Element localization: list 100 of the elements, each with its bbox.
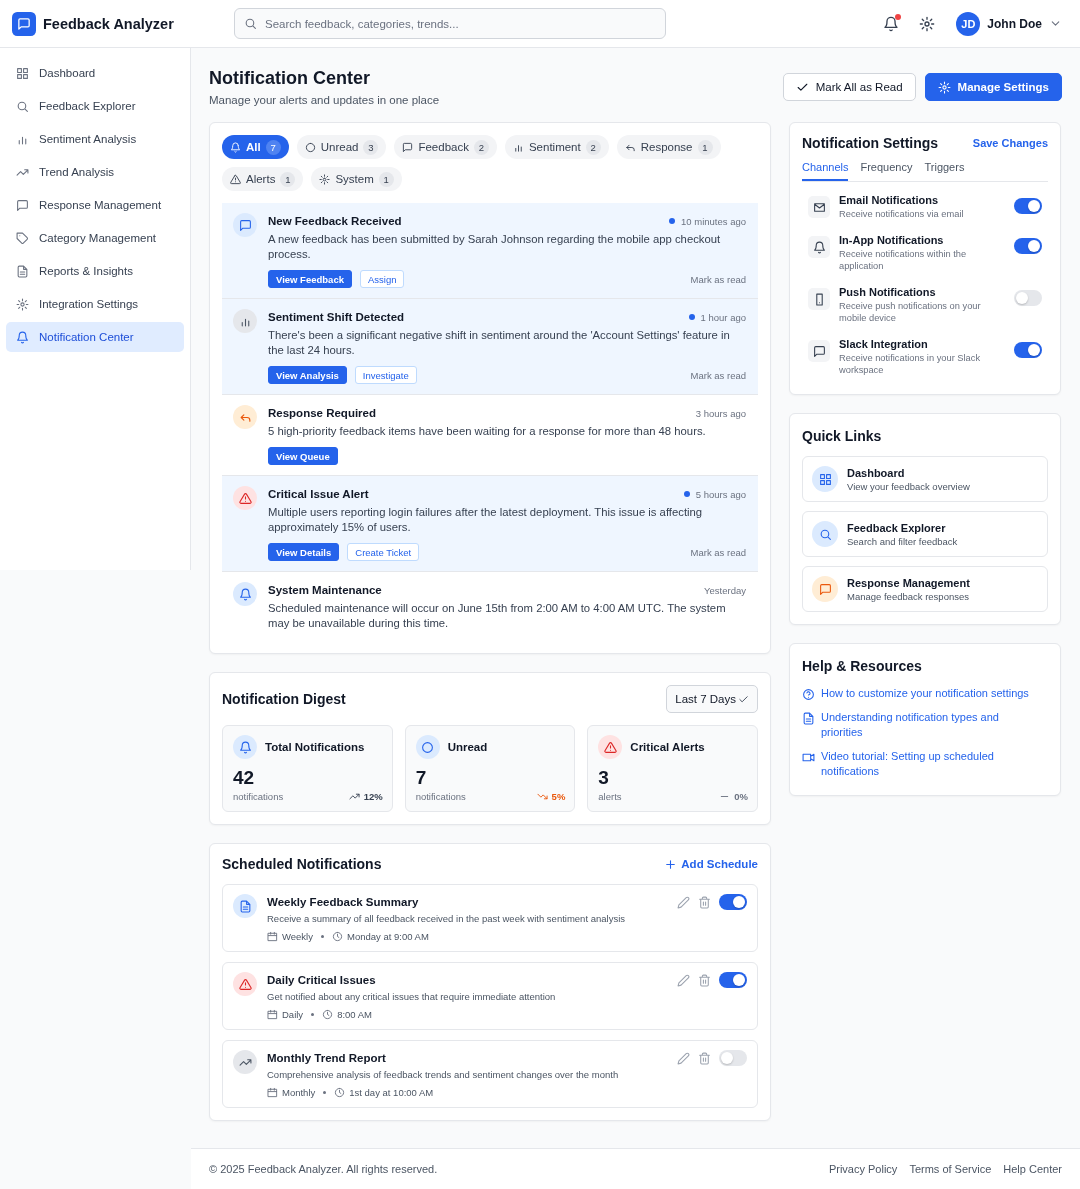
schedule-time: 1st day at 10:00 AM [349, 1087, 434, 1098]
action-button[interactable]: Assign [359, 270, 405, 288]
delete-button[interactable] [698, 974, 711, 987]
filter-tab[interactable]: All 7 [222, 135, 289, 159]
settings-icon [319, 173, 331, 185]
sidebar-item[interactable]: Response Management [6, 190, 184, 220]
toggle-switch[interactable] [719, 972, 747, 988]
filter-tab[interactable]: System 1 [311, 167, 402, 191]
clock-icon [332, 931, 343, 942]
section-title: Notification Settings [802, 135, 939, 151]
mark-as-read-link[interactable]: Mark as read [690, 369, 746, 381]
footer-link[interactable]: Terms of Service [909, 1163, 992, 1175]
notification-time: 3 hours ago [695, 407, 746, 419]
schedule-description: Receive a summary of all feedback received in the past week with sentiment analysis [267, 913, 626, 924]
toggle-switch[interactable] [719, 1050, 747, 1066]
edit-button[interactable] [677, 1052, 690, 1065]
trash-icon [698, 1052, 711, 1065]
document-icon [802, 712, 815, 725]
action-button[interactable]: Create Ticket [347, 543, 420, 561]
footer-link[interactable]: Help Center [1003, 1163, 1062, 1175]
search-icon [244, 17, 257, 30]
channel-title: In-App Notifications [839, 234, 945, 246]
filter-tab[interactable]: Response 1 [616, 135, 721, 159]
stat-value: 3 [598, 767, 610, 789]
warning-icon [233, 486, 257, 510]
stat-value: 7 [415, 767, 428, 789]
sidebar-item[interactable]: Reports & Insights [6, 256, 184, 286]
grid-icon [16, 66, 29, 80]
sidebar-item[interactable]: Trend Analysis [6, 157, 184, 187]
filter-tab[interactable]: Sentiment 2 [504, 135, 609, 159]
toggle-switch[interactable] [1014, 290, 1042, 306]
delete-button[interactable] [698, 896, 711, 909]
channel-description: Receive push notifications on your mobile device [839, 300, 982, 324]
notification-message: 5 high-priority feedback items have been waiting for a response for more than 48 hours. [268, 424, 707, 439]
action-button[interactable]: View Details [268, 543, 340, 561]
edit-button[interactable] [677, 974, 690, 987]
footer-link[interactable]: Privacy Policy [828, 1163, 898, 1175]
settings-tab[interactable]: Channels [802, 161, 849, 181]
stat-label: Unread [447, 741, 488, 753]
toggle-switch[interactable] [1014, 238, 1042, 254]
stat-value: 42 [233, 767, 256, 789]
manage-settings-button[interactable]: Manage Settings [924, 73, 1062, 101]
toggle-switch[interactable] [719, 894, 747, 910]
schedule-title: Weekly Feedback Summary [267, 896, 420, 908]
app-name: Feedback Analyzer [43, 15, 174, 32]
quick-link[interactable]: Feedback Explorer Search and filter feedback [802, 511, 1048, 557]
period-dropdown[interactable]: Last 7 Days [666, 685, 758, 713]
channel-title: Email Notifications [839, 194, 940, 206]
stat-change: 12% [363, 791, 383, 802]
unread-dot [683, 491, 690, 497]
mark-all-read-button[interactable]: Mark All as Read [782, 73, 916, 101]
sidebar-item[interactable]: Feedback Explorer [6, 91, 184, 121]
action-button[interactable]: View Queue [268, 447, 338, 465]
user-menu[interactable]: JD John Doe [950, 11, 1062, 36]
toggle-switch[interactable] [1014, 342, 1042, 358]
help-link[interactable]: How to customize your notification settings [821, 686, 1029, 701]
unread-dot [669, 218, 676, 224]
edit-button[interactable] [677, 896, 690, 909]
sidebar-item[interactable]: Category Management [6, 223, 184, 253]
mark-as-read-link[interactable]: Mark as read [690, 273, 746, 285]
filter-tab[interactable]: Alerts 1 [222, 167, 304, 191]
quick-link[interactable]: Dashboard View your feedback overview [802, 456, 1048, 502]
channel-title: Push Notifications [839, 286, 937, 298]
notification-title: New Feedback Received [268, 215, 402, 227]
action-button[interactable]: View Analysis [268, 366, 347, 384]
plus-icon [664, 857, 678, 871]
clock-icon [322, 1009, 334, 1020]
filter-tab[interactable]: Unread 3 [296, 135, 387, 159]
sidebar-item[interactable]: Integration Settings [6, 289, 184, 319]
mark-as-read-link[interactable]: Mark as read [690, 546, 746, 558]
warning-icon [230, 173, 241, 185]
search-field[interactable]: Search feedback, categories, trends... [234, 8, 666, 39]
help-link[interactable]: Understanding notification types and priorities [821, 710, 1030, 740]
notification-time: 1 hour ago [700, 311, 746, 323]
toggle-switch[interactable] [1014, 198, 1042, 214]
delete-button[interactable] [698, 1052, 711, 1065]
add-schedule-link[interactable]: Add Schedule [664, 857, 758, 871]
stat-unit: alerts [598, 791, 622, 802]
settings-tab[interactable]: Frequency [860, 161, 913, 181]
help-link[interactable]: Video tutorial: Setting up scheduled notifications [821, 749, 1030, 779]
filter-tab[interactable]: Feedback 2 [394, 135, 497, 159]
sidebar-item[interactable]: Dashboard [6, 58, 184, 88]
trash-icon [698, 896, 711, 909]
quick-link[interactable]: Response Management Manage feedback responses [802, 566, 1048, 612]
notification-title: Response Required [268, 407, 376, 419]
settings-tab[interactable]: Triggers [924, 161, 965, 181]
sidebar-item[interactable]: Sentiment Analysis [6, 124, 184, 154]
trend-up-icon [348, 791, 360, 802]
action-button[interactable]: View Feedback [268, 270, 352, 288]
bell-icon [883, 15, 900, 32]
pencil-icon [677, 974, 690, 987]
schedule-time: Monday at 9:00 AM [347, 931, 429, 942]
page-title: Notification Center [209, 68, 371, 89]
save-changes-link[interactable]: Save Changes [972, 137, 1048, 149]
action-button[interactable]: Investigate [354, 366, 417, 384]
bell-icon [230, 141, 241, 153]
sidebar-item[interactable]: Notification Center [6, 322, 184, 352]
settings-icon [16, 297, 29, 311]
schedule-frequency: Weekly [282, 931, 313, 942]
channel-description: Receive notifications within the application [839, 248, 968, 272]
